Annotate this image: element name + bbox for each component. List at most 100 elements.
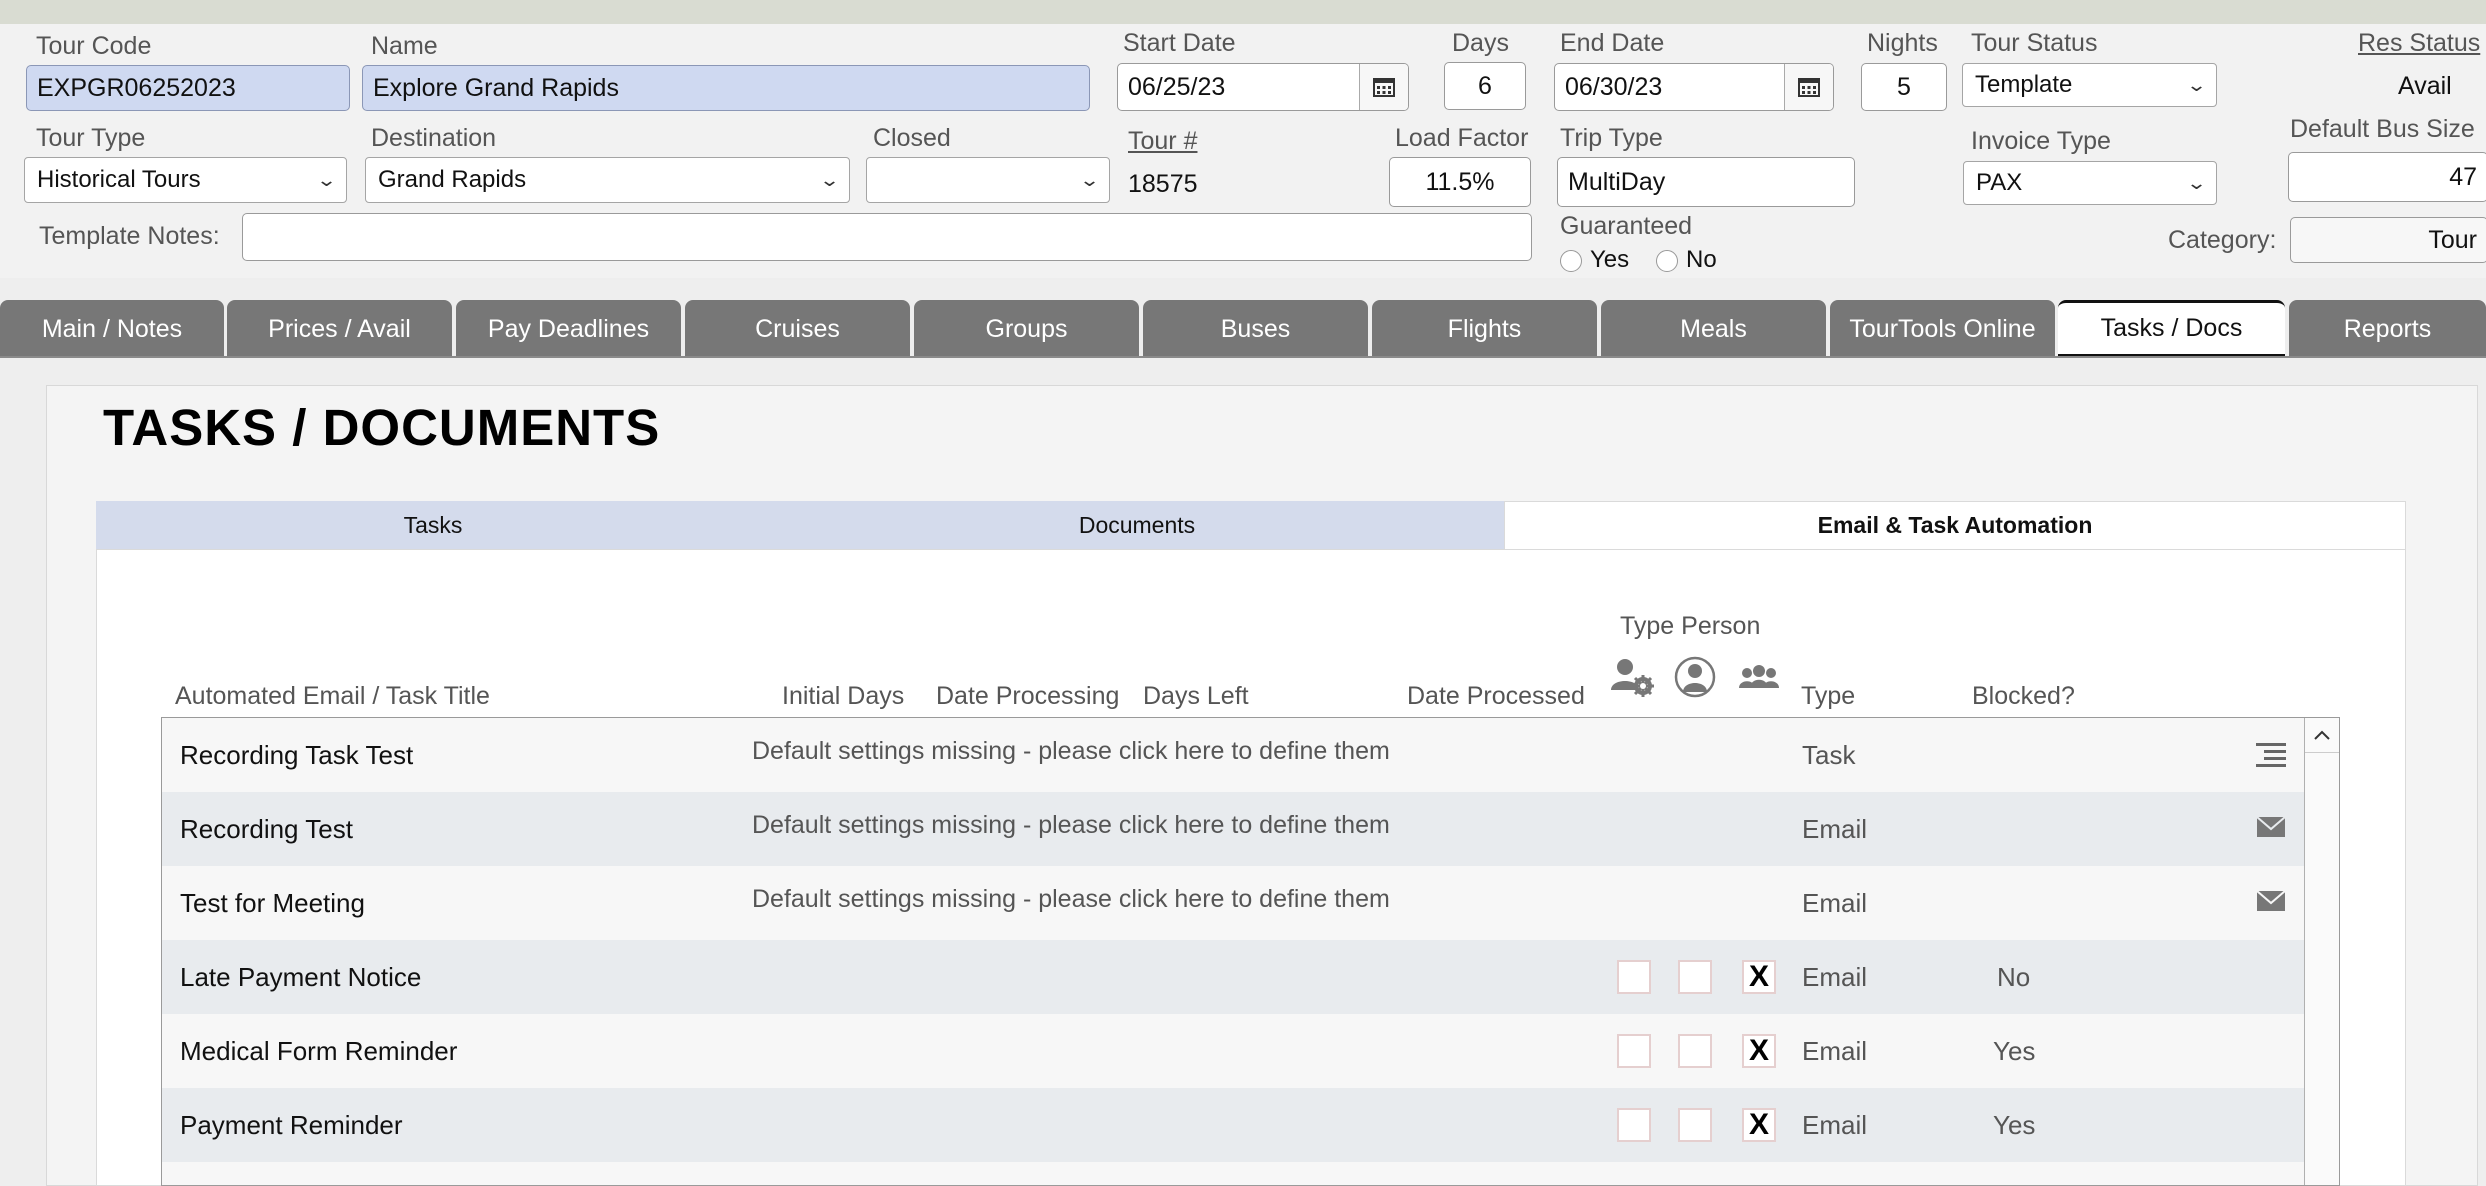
tab-tourtools-online[interactable]: TourTools Online (1830, 300, 2055, 358)
row-type: Email (1802, 887, 1868, 918)
destination-select[interactable]: Grand Rapids ⌄ (365, 157, 850, 203)
tab-tasks-docs[interactable]: Tasks / Docs (2058, 300, 2285, 358)
tour-status-select[interactable]: Template ⌄ (1962, 63, 2217, 107)
row-title: Medical Form Reminder (180, 1035, 458, 1066)
tab-reports[interactable]: Reports (2289, 300, 2486, 358)
invoice-type-select[interactable]: PAX ⌄ (1963, 161, 2217, 205)
person-checkbox[interactable] (1678, 1034, 1712, 1068)
tour-type-value: Historical Tours (37, 166, 201, 193)
start-date-value: 06/25/23 (1128, 72, 1226, 101)
category-field: Tour (2290, 217, 2486, 263)
template-notes-field[interactable] (242, 213, 1532, 261)
envelope-icon[interactable] (2256, 814, 2286, 840)
tab-cruises[interactable]: Cruises (685, 300, 910, 358)
row-title: Payment Reminder (180, 1109, 403, 1140)
envelope-icon[interactable] (2256, 888, 2286, 914)
guaranteed-no-label: No (1686, 246, 1717, 273)
row-type: Task (1802, 739, 1856, 770)
closed-select[interactable]: ⌄ (866, 157, 1110, 203)
row-title: Late Payment Notice (180, 961, 422, 992)
page-title: TASKS / DOCUMENTS (103, 399, 661, 456)
initial-days-column-header: Initial Days (782, 682, 905, 710)
subtab-tasks[interactable]: Tasks (96, 501, 770, 549)
tab-buses[interactable]: Buses (1143, 300, 1368, 358)
group-checkbox[interactable]: X (1742, 1034, 1776, 1068)
row-type: Email (1802, 1109, 1868, 1140)
table-row[interactable]: Payment Reminder X Email Yes (162, 1088, 2304, 1162)
radio-button[interactable] (1656, 249, 1678, 272)
destination-value: Grand Rapids (378, 166, 527, 193)
end-date-field[interactable]: 06/30/23 (1554, 63, 1834, 111)
tour-code-field[interactable]: EXPGR06252023 (26, 65, 350, 111)
trip-type-field[interactable]: MultiDay (1557, 157, 1855, 207)
destination-label: Destination (371, 124, 497, 152)
agent-checkbox[interactable] (1617, 1034, 1651, 1068)
tab-groups[interactable]: Groups (914, 300, 1139, 358)
row-title: Recording Task Test (180, 739, 414, 770)
days-field[interactable]: 6 (1444, 62, 1526, 110)
table-row[interactable]: Late Payment Notice X Email No (162, 940, 2304, 1014)
load-factor-field: 11.5% (1389, 157, 1531, 207)
nights-label: Nights (1867, 29, 1938, 57)
row-type: Email (1802, 961, 1868, 992)
tab-pay-deadlines[interactable]: Pay Deadlines (456, 300, 681, 358)
tour-code-label: Tour Code (36, 32, 152, 60)
calendar-icon[interactable] (1784, 64, 1833, 110)
subtab-documents[interactable]: Documents (770, 501, 1504, 549)
agent-checkbox[interactable] (1617, 1108, 1651, 1142)
date-processed-column-header: Date Processed (1407, 682, 1585, 710)
load-factor-label: Load Factor (1395, 124, 1529, 152)
tour-type-label: Tour Type (36, 124, 146, 152)
tab-baseline (0, 356, 2486, 358)
table-row[interactable]: Recording Test Default settings missing … (162, 792, 2304, 866)
tour-type-select[interactable]: Historical Tours ⌄ (24, 157, 347, 203)
name-label: Name (371, 32, 438, 60)
table-scrollbar[interactable] (2304, 718, 2339, 1185)
guaranteed-no-option[interactable]: No (1656, 246, 1717, 274)
start-date-field[interactable]: 06/25/23 (1117, 63, 1409, 111)
title-column-header: Automated Email / Task Title (175, 682, 490, 710)
tour-status-value: Template (1975, 71, 2073, 98)
blocked-column-header: Blocked? (1972, 682, 2075, 710)
guaranteed-yes-option[interactable]: Yes (1560, 246, 1629, 274)
chevron-down-icon: ⌄ (1078, 169, 1101, 190)
row-blocked: Yes (1993, 1035, 2036, 1066)
calendar-icon[interactable] (1359, 64, 1408, 110)
tour-number-link[interactable]: Tour # (1128, 127, 1197, 156)
table-row[interactable] (162, 1162, 2304, 1185)
chevron-down-icon: ⌄ (2185, 74, 2208, 95)
radio-button[interactable] (1560, 249, 1582, 272)
type-person-header: Type Person (1620, 612, 1761, 640)
group-checkbox[interactable]: X (1742, 960, 1776, 994)
nights-field[interactable]: 5 (1861, 63, 1947, 111)
person-icon (1674, 656, 1716, 698)
person-checkbox[interactable] (1678, 960, 1712, 994)
guaranteed-yes-label: Yes (1590, 246, 1630, 273)
table-row[interactable]: Test for Meeting Default settings missin… (162, 866, 2304, 940)
tab-meals[interactable]: Meals (1601, 300, 1826, 358)
guaranteed-label: Guaranteed (1560, 212, 1693, 240)
row-type: Email (1802, 1035, 1868, 1066)
res-status-link[interactable]: Res Status (2358, 29, 2480, 58)
group-checkbox[interactable]: X (1742, 1108, 1776, 1142)
scroll-up-icon[interactable] (2305, 718, 2339, 753)
agent-checkbox[interactable] (1617, 960, 1651, 994)
tab-flights[interactable]: Flights (1372, 300, 1597, 358)
row-blocked: No (1997, 961, 2031, 992)
invoice-type-label: Invoice Type (1971, 127, 2111, 155)
task-list-icon[interactable] (2256, 742, 2286, 768)
chevron-down-icon: ⌄ (315, 169, 338, 190)
define-settings-link[interactable]: Default settings missing - please click … (752, 718, 1390, 788)
person-checkbox[interactable] (1678, 1108, 1712, 1142)
default-bus-size-field[interactable]: 47 (2288, 152, 2486, 202)
res-status-value: Avail (2398, 72, 2452, 100)
subtab-email-task-automation[interactable]: Email & Task Automation (1504, 501, 2406, 549)
automation-table: Recording Task Test Default settings mis… (161, 717, 2340, 1186)
tour-name-field[interactable]: Explore Grand Rapids (362, 65, 1090, 111)
table-row[interactable]: Medical Form Reminder X Email Yes (162, 1014, 2304, 1088)
tab-main-notes[interactable]: Main / Notes (0, 300, 224, 358)
tab-prices-avail[interactable]: Prices / Avail (227, 300, 452, 358)
table-row[interactable]: Recording Task Test Default settings mis… (162, 718, 2304, 792)
define-settings-link[interactable]: Default settings missing - please click … (752, 788, 1390, 862)
define-settings-link[interactable]: Default settings missing - please click … (752, 862, 1390, 936)
